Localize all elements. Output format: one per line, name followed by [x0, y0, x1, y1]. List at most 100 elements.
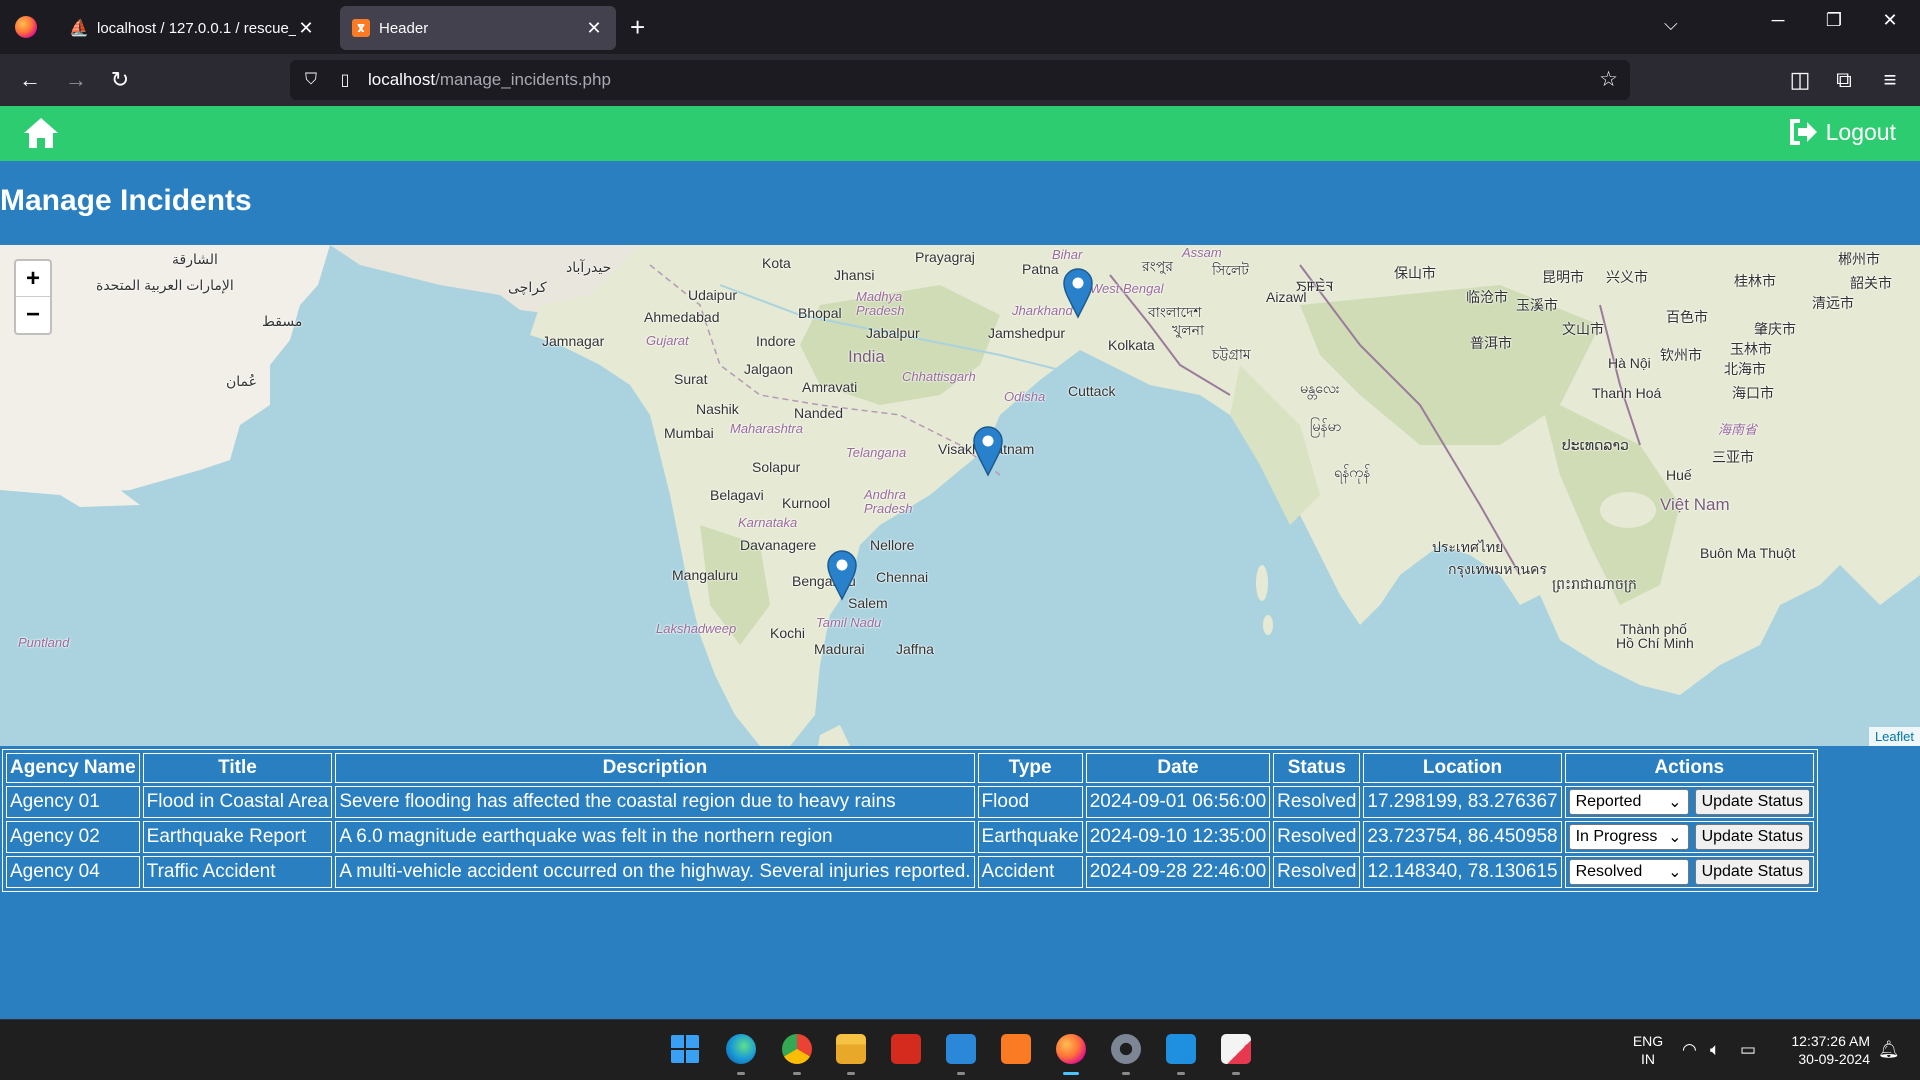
chevron-down-icon: ⌄	[1668, 794, 1682, 811]
close-tab-icon[interactable]: ✕	[296, 18, 316, 39]
notepad-icon[interactable]	[946, 1034, 976, 1064]
firefox-icon[interactable]	[1056, 1034, 1086, 1064]
incident-marker-icon[interactable]	[1062, 267, 1094, 319]
map-label: Jaffna	[896, 641, 934, 657]
incident-map[interactable]: Kota Prayagraj Bihar Patna Jhansi Udaipu…	[0, 245, 1920, 746]
zoom-in-button[interactable]: +	[16, 261, 50, 297]
map-label: Madurai	[814, 641, 865, 657]
start-icon[interactable]	[670, 1034, 700, 1064]
actions-cell: Reported ⌄ Update Status	[1564, 786, 1814, 818]
tab-phpmyadmin[interactable]: ⛵ localhost / 127.0.0.1 / rescue_ag ✕	[58, 6, 328, 50]
back-icon[interactable]: ←	[14, 64, 46, 96]
map-label: ປະເທດລາວ	[1562, 437, 1629, 453]
map-label: রংপুর	[1142, 258, 1173, 274]
map-label: Puntland	[18, 635, 70, 650]
map-label: 北海市	[1724, 361, 1766, 377]
volume-icon[interactable]: 🔈︎	[1710, 1040, 1720, 1060]
leaflet-attribution-link[interactable]: Leaflet	[1868, 727, 1920, 746]
pocket-icon[interactable]: ◫	[1784, 64, 1816, 96]
incident-marker-icon[interactable]	[972, 425, 1004, 477]
forward-icon[interactable]: →	[60, 64, 92, 96]
list-all-tabs-icon[interactable]: ⌵	[1664, 14, 1678, 35]
chrome-icon[interactable]	[782, 1034, 812, 1064]
logout-link[interactable]: Logout	[1788, 118, 1896, 146]
browser-tab-bar: ⛵ localhost / 127.0.0.1 / rescue_ag ✕ ⴳ …	[0, 0, 1920, 54]
map-label: 三亚市	[1712, 449, 1754, 465]
status-cell: Resolved	[1273, 786, 1361, 818]
region-line: IN	[1641, 1051, 1655, 1067]
vscode-icon[interactable]	[1166, 1034, 1196, 1064]
map-label: চট্টগ্রাম	[1212, 346, 1251, 362]
home-icon[interactable]	[22, 116, 60, 150]
map-label: Ahmedabad	[644, 309, 720, 325]
map-label: မြန်မာ	[1310, 418, 1342, 434]
map-label: Madhya	[856, 289, 903, 304]
map-label: 百色市	[1666, 309, 1708, 325]
close-window-icon[interactable]: ✕	[1870, 10, 1910, 31]
status-select[interactable]: Reported ⌄	[1568, 789, 1689, 815]
map-label: 郴州市	[1838, 251, 1880, 267]
extensions-icon[interactable]: ⧉	[1828, 64, 1860, 96]
language-indicator[interactable]: ENG IN	[1630, 1032, 1666, 1068]
map-label: 文山市	[1562, 321, 1604, 337]
new-tab-icon[interactable]: +	[630, 12, 645, 43]
update-status-button[interactable]: Update Status	[1694, 859, 1810, 885]
snipping-tool-icon[interactable]	[1221, 1034, 1251, 1064]
bookmark-star-icon[interactable]: ☆	[1599, 67, 1618, 92]
table-row: Agency 04 Traffic Accident A multi-vehic…	[6, 856, 1814, 888]
status-select[interactable]: In Progress ⌄	[1568, 824, 1689, 850]
status-select-value: In Progress	[1575, 828, 1658, 845]
status-select[interactable]: Resolved ⌄	[1568, 859, 1689, 885]
notification-bell-icon[interactable]: 🔔︎	[1878, 1040, 1900, 1060]
map-label: Gujarat	[646, 333, 689, 348]
xampp-icon[interactable]	[1001, 1034, 1031, 1064]
settings-icon[interactable]	[1111, 1034, 1141, 1064]
table-row: Agency 02 Earthquake Report A 6.0 magnit…	[6, 821, 1814, 853]
incident-marker-icon[interactable]	[826, 549, 858, 601]
map-label: Bihar	[1052, 247, 1083, 262]
firefox-menu-icon[interactable]	[0, 0, 52, 54]
tab-header[interactable]: ⴳ Header ✕	[340, 6, 616, 50]
location-cell: 17.298199, 83.276367	[1363, 786, 1562, 818]
status-select-value: Resolved	[1575, 863, 1643, 880]
date-cell: 2024-09-10 12:35:00	[1085, 821, 1271, 853]
minimize-icon[interactable]: ─	[1758, 10, 1798, 31]
zoom-control: + −	[14, 259, 52, 335]
update-status-button[interactable]: Update Status	[1694, 824, 1810, 850]
acrobat-icon[interactable]	[891, 1034, 921, 1064]
type-cell: Accident	[977, 856, 1083, 888]
wifi-icon[interactable]: ◠	[1682, 1040, 1697, 1060]
map-label: Kota	[762, 255, 791, 271]
battery-icon[interactable]: ▭	[1740, 1040, 1756, 1060]
url-host: localhost	[368, 70, 436, 89]
update-status-button[interactable]: Update Status	[1694, 789, 1810, 815]
chevron-down-icon: ⌄	[1668, 864, 1682, 881]
shield-icon[interactable]: ⛉	[298, 71, 324, 89]
menu-icon[interactable]: ≡	[1874, 64, 1906, 96]
edge-icon[interactable]	[726, 1034, 756, 1064]
map-label: ព្រះរាជាណាចក្រ	[1552, 576, 1637, 592]
url-bar[interactable]: ⛉ ▯ localhost/manage_incidents.php ☆	[290, 60, 1630, 100]
map-label: 普洱市	[1470, 335, 1512, 351]
map-label: 保山市	[1394, 265, 1436, 281]
reload-icon[interactable]: ↻	[104, 64, 136, 96]
zoom-out-button[interactable]: −	[16, 297, 50, 333]
map-label: ประเทศไทย	[1432, 539, 1504, 555]
map-label: Jhansi	[834, 267, 875, 283]
map-label: 钦州市	[1660, 347, 1702, 363]
restore-icon[interactable]: ❐	[1814, 10, 1854, 31]
page-content: Logout Manage Incidents Kota Prayagraj B…	[0, 106, 1920, 1019]
close-tab-icon[interactable]: ✕	[584, 18, 604, 39]
column-header: Status	[1273, 753, 1361, 783]
top-navbar: Logout	[0, 106, 1920, 161]
map-label: 昆明市	[1542, 269, 1584, 285]
map-label: กรุงเทพมหานคร	[1448, 561, 1547, 577]
clock[interactable]: 12:37:26 AM 30-09-2024	[1780, 1032, 1870, 1068]
map-label: 桂林市	[1734, 273, 1776, 289]
map-label: Nellore	[870, 537, 915, 553]
url-text[interactable]: localhost/manage_incidents.php	[368, 70, 611, 90]
date-cell: 2024-09-01 06:56:00	[1085, 786, 1271, 818]
page-title: Manage Incidents	[0, 184, 252, 217]
browser-nav-bar: ← → ↻ ⛉ ▯ localhost/manage_incidents.php…	[0, 54, 1920, 106]
file-explorer-icon[interactable]	[836, 1034, 866, 1064]
